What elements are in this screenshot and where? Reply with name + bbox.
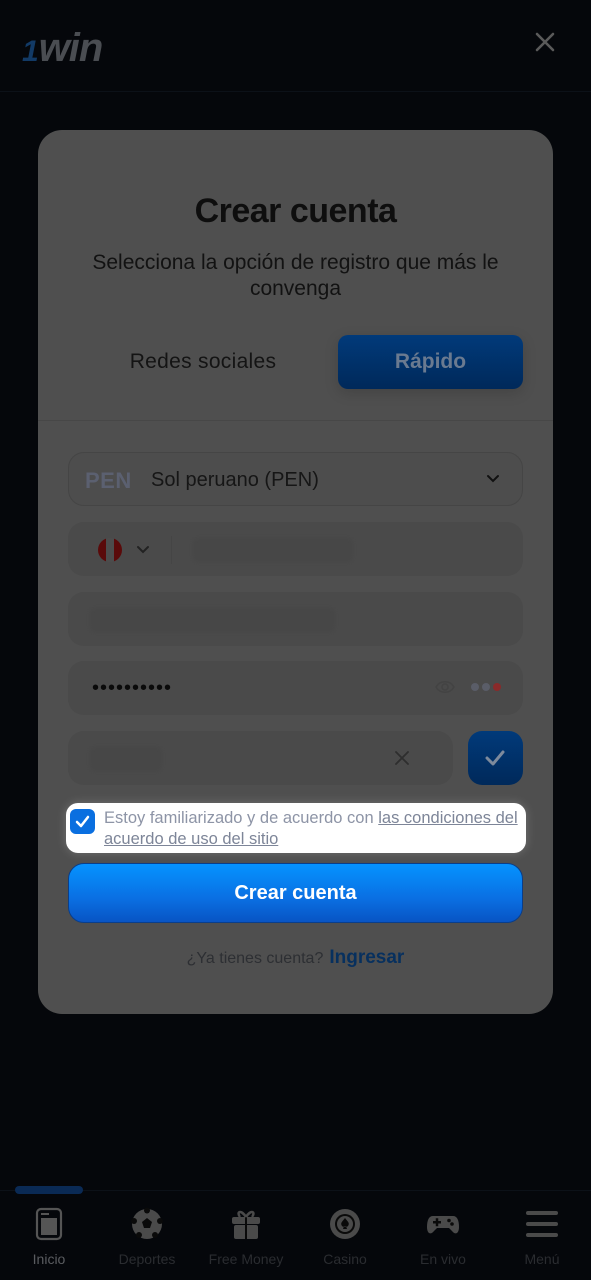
bottom-navigation: Inicio Deportes Free Money Casino En viv… [0, 1190, 591, 1280]
nav-item-deportes[interactable]: Deportes [98, 1207, 196, 1267]
home-icon [35, 1207, 63, 1241]
currency-name: Sol peruano (PEN) [151, 469, 319, 491]
modal-title: Crear cuenta [194, 192, 397, 230]
logo-text: win [38, 26, 104, 70]
modal-subtitle: Selecciona la opción de registro que más… [92, 251, 499, 300]
close-button[interactable] [533, 30, 557, 54]
chevron-down-icon [137, 546, 149, 554]
separator [171, 536, 172, 564]
casino-chip-icon [330, 1209, 360, 1239]
app-header: 1win [0, 0, 591, 92]
chevron-down-icon [487, 475, 499, 483]
nav-label: Inicio [32, 1251, 66, 1267]
nav-label: Free Money [208, 1251, 284, 1267]
currency-code: PEN [85, 468, 132, 493]
password-value: •••••••••• [92, 677, 173, 699]
nav-item-menu[interactable]: Menú [493, 1207, 591, 1267]
brand-logo[interactable]: 1win [22, 26, 104, 71]
logo-one: 1 [22, 35, 39, 68]
nav-item-casino[interactable]: Casino [296, 1207, 394, 1267]
phone-value-obscured [193, 538, 353, 562]
terms-agreement-row: Estoy familiarizado y de acuerdo con las… [66, 803, 526, 853]
strength-dot [471, 683, 479, 691]
peru-flag-icon[interactable] [98, 538, 122, 562]
promo-value-obscured [90, 747, 162, 771]
tab-social-networks[interactable]: Redes sociales [88, 335, 318, 389]
login-link[interactable]: Ingresar [329, 947, 404, 968]
divider [38, 420, 553, 421]
terms-text: Estoy familiarizado y de acuerdo con las… [104, 808, 524, 850]
registration-screen: 1win Crear cuenta Selecciona la opción d… [0, 0, 591, 1280]
close-icon [535, 32, 555, 52]
terms-checkbox[interactable] [70, 809, 95, 834]
gamepad-icon [427, 1216, 459, 1234]
check-icon [485, 750, 505, 766]
strength-dot [482, 683, 490, 691]
password-field[interactable]: •••••••••• [68, 661, 523, 715]
strength-dot [493, 683, 501, 691]
login-prompt-text: ¿Ya tienes cuenta? [186, 950, 324, 967]
menu-icon [526, 1211, 558, 1237]
nav-item-free-money[interactable]: Free Money [197, 1207, 295, 1267]
gift-icon [232, 1210, 260, 1239]
nav-label: En vivo [420, 1251, 466, 1267]
nav-label: Casino [323, 1251, 367, 1267]
phone-field[interactable] [68, 522, 523, 576]
nav-item-inicio[interactable]: Inicio [0, 1207, 98, 1267]
email-value-obscured [90, 608, 335, 632]
password-strength-indicator [471, 683, 501, 691]
check-icon [75, 815, 90, 828]
login-prompt-row: ¿Ya tienes cuenta? Ingresar [38, 947, 553, 969]
tab-quick[interactable]: Rápido [338, 335, 523, 389]
email-field[interactable] [68, 592, 523, 646]
active-tab-indicator [15, 1186, 83, 1194]
clear-icon[interactable] [393, 749, 411, 767]
nav-label: Deportes [118, 1251, 176, 1267]
registration-modal: Crear cuenta Selecciona la opción de reg… [38, 130, 553, 1014]
create-account-button[interactable]: Crear cuenta [68, 863, 523, 923]
soccer-ball-icon [131, 1207, 163, 1239]
currency-select[interactable]: PEN Sol peruano (PEN) [68, 452, 523, 506]
nav-label: Menú [524, 1251, 560, 1267]
promo-code-field[interactable] [68, 731, 453, 785]
eye-icon[interactable] [435, 679, 455, 695]
promo-confirm-button[interactable] [468, 731, 523, 785]
nav-item-en-vivo[interactable]: En vivo [394, 1207, 492, 1267]
terms-text-prefix: Estoy familiarizado y de acuerdo con [104, 809, 379, 827]
